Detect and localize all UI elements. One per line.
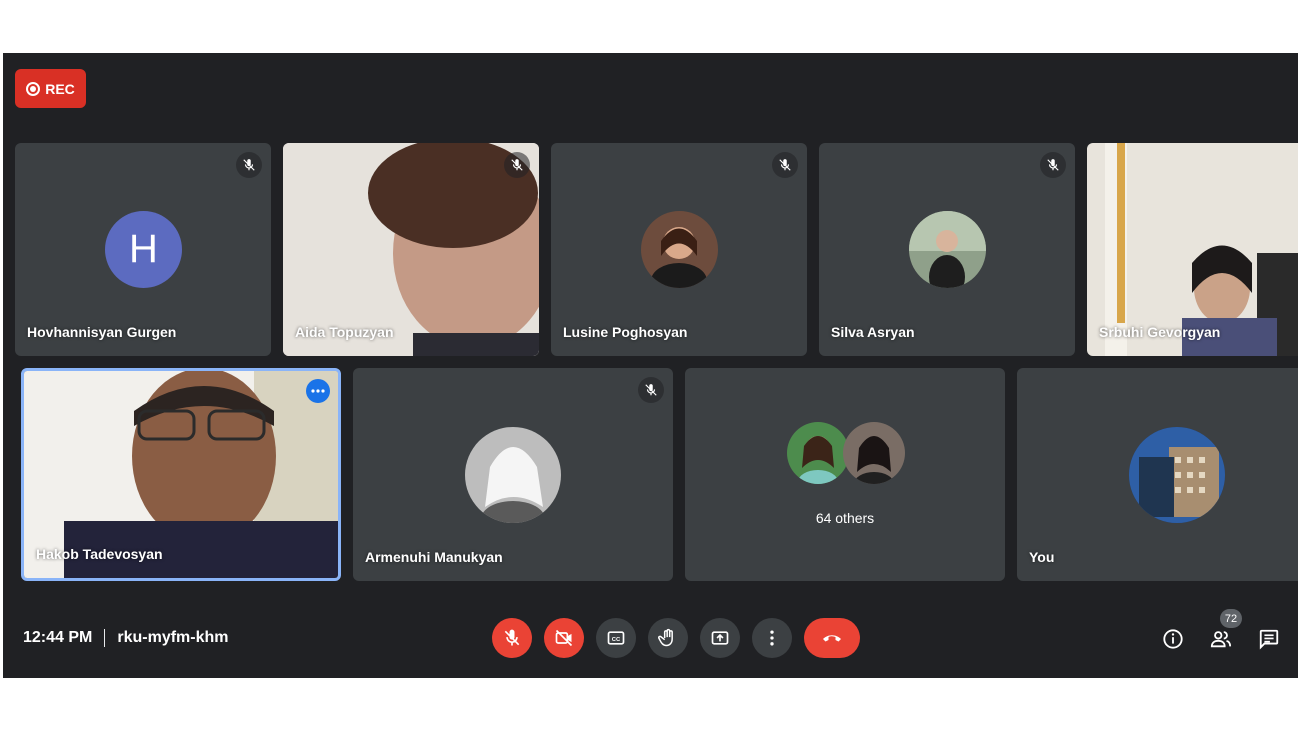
- recording-indicator: REC: [15, 69, 86, 108]
- raise-hand-icon: [658, 628, 673, 647]
- participant-tile[interactable]: Srbuhi Gevorgyan: [1087, 143, 1298, 356]
- mic-muted-icon: [772, 152, 798, 178]
- people-button[interactable]: [1208, 626, 1234, 652]
- mic-muted-icon: [1040, 152, 1066, 178]
- captions-icon: CC: [607, 631, 625, 645]
- camera-toggle-button[interactable]: [544, 618, 584, 658]
- end-call-button[interactable]: [804, 618, 860, 658]
- record-icon: [26, 81, 41, 96]
- meeting-code: rku-myfm-khm: [117, 629, 229, 646]
- participant-name: Hakob Tadevosyan: [36, 546, 163, 562]
- avatar: [641, 211, 718, 288]
- end-call-icon: [823, 635, 841, 642]
- more-options-icon[interactable]: [306, 379, 330, 403]
- participant-tile[interactable]: H Hovhannisyan Gurgen: [15, 143, 271, 356]
- participant-tile[interactable]: Silva Asryan: [819, 143, 1075, 356]
- chat-button[interactable]: [1256, 626, 1282, 652]
- others-count-label: 64 others: [815, 510, 875, 526]
- participant-name: You: [1029, 549, 1055, 565]
- divider: [104, 629, 106, 647]
- people-icon: [1210, 631, 1232, 648]
- participant-name: Hovhannisyan Gurgen: [27, 324, 177, 340]
- participant-count-badge: 72: [1220, 609, 1242, 628]
- mic-toggle-button[interactable]: [492, 618, 532, 658]
- present-screen-icon: [711, 631, 729, 645]
- more-options-button[interactable]: [752, 618, 792, 658]
- mic-muted-icon: [504, 152, 530, 178]
- avatar: [787, 422, 849, 484]
- self-tile[interactable]: You: [1017, 368, 1298, 581]
- participant-name: Aida Topuzyan: [295, 324, 394, 340]
- raise-hand-button[interactable]: [648, 618, 688, 658]
- camera-off-icon: [555, 629, 573, 647]
- recording-label: REC: [45, 80, 75, 97]
- participant-name: Srbuhi Gevorgyan: [1099, 324, 1221, 340]
- participant-tile[interactable]: Aida Topuzyan: [283, 143, 539, 356]
- participant-name: Silva Asryan: [831, 324, 915, 340]
- chat-icon: [1259, 629, 1279, 650]
- meeting-info: 12:44 PM rku-myfm-khm: [23, 629, 229, 647]
- avatar: [465, 427, 561, 523]
- avatar: [909, 211, 986, 288]
- avatar: [1129, 427, 1225, 523]
- participant-name: Armenuhi Manukyan: [365, 549, 503, 565]
- participant-name: Lusine Poghosyan: [563, 324, 688, 340]
- info-icon: [1163, 629, 1183, 649]
- meeting-window: REC H Hovhannisyan Gurgen Aida Topuzyan …: [3, 53, 1298, 678]
- mic-muted-icon: [638, 377, 664, 403]
- avatar: [843, 422, 905, 484]
- others-tile[interactable]: 64 others: [685, 368, 1005, 581]
- participant-tile[interactable]: Lusine Poghosyan: [551, 143, 807, 356]
- participant-tile-selected[interactable]: Hakob Tadevosyan: [21, 368, 341, 581]
- captions-button[interactable]: CC: [596, 618, 636, 658]
- present-screen-button[interactable]: [700, 618, 740, 658]
- more-options-icon: [770, 630, 774, 646]
- participant-tile[interactable]: Armenuhi Manukyan: [353, 368, 673, 581]
- mic-off-icon: [504, 629, 520, 646]
- avatar: H: [105, 211, 182, 288]
- mic-muted-icon: [236, 152, 262, 178]
- meeting-details-button[interactable]: [1160, 626, 1186, 652]
- svg-text:CC: CC: [612, 637, 621, 643]
- clock: 12:44 PM: [23, 629, 93, 646]
